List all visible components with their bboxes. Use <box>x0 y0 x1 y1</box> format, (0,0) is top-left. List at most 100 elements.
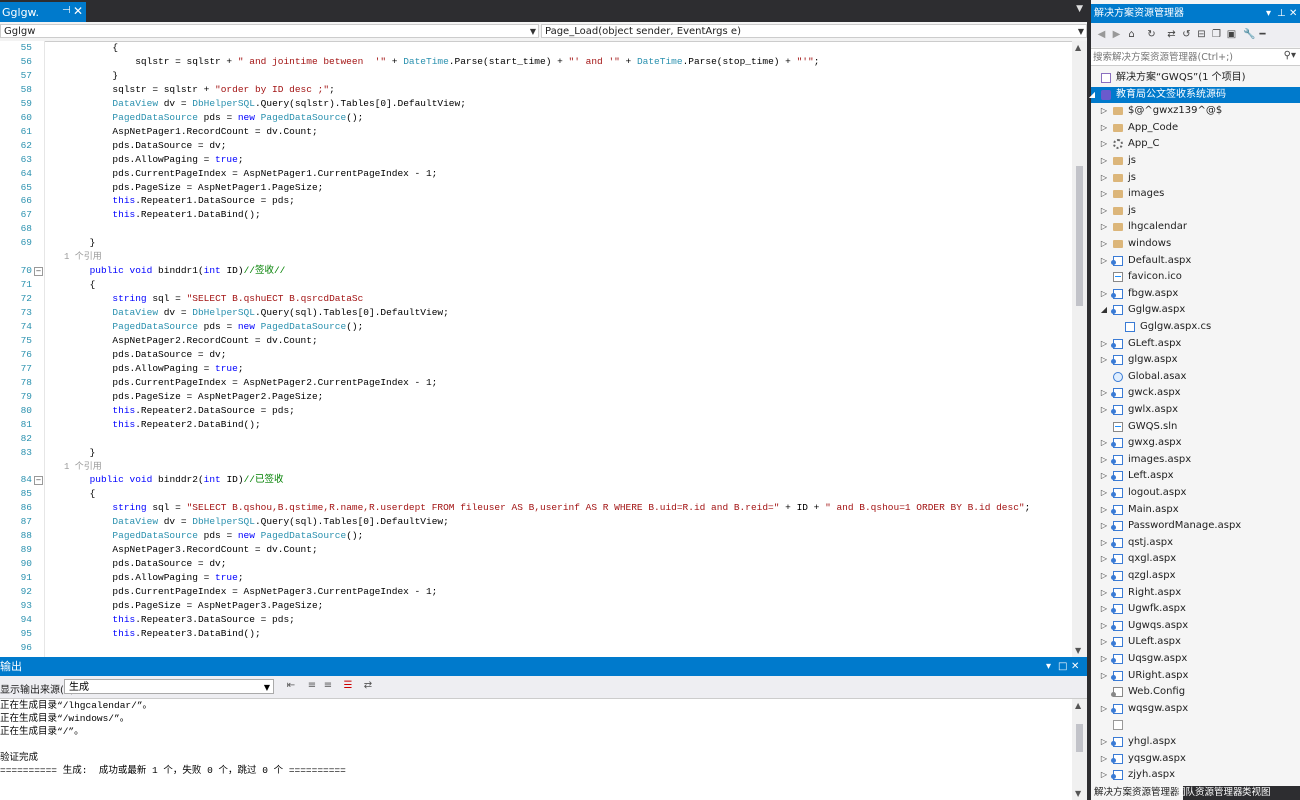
tree-item[interactable]: ▷ windows <box>1091 236 1300 252</box>
tree-item[interactable]: ▷ gwck.aspx <box>1091 385 1300 401</box>
expand-icon[interactable]: ▷ <box>1099 734 1109 750</box>
expand-icon[interactable]: ▷ <box>1099 568 1109 584</box>
collapse-icon[interactable]: ◢ <box>1099 302 1109 318</box>
tab-class-view[interactable]: 类视图 <box>1239 786 1274 800</box>
tree-item[interactable]: ▷ Default.aspx <box>1091 253 1300 269</box>
tree-item[interactable]: 解决方案“GWQS”(1 个项目) <box>1091 70 1300 86</box>
collapse-icon[interactable]: ◢ <box>1087 87 1097 103</box>
expand-icon[interactable]: ▷ <box>1099 385 1109 401</box>
expand-icon[interactable]: ▷ <box>1099 120 1109 136</box>
tree-item[interactable]: ▷ PasswordManage.aspx <box>1091 518 1300 534</box>
forward-icon[interactable]: ▶ <box>1111 29 1122 40</box>
tree-item[interactable]: ▷ $@^gwxz139^@$ <box>1091 103 1300 119</box>
expand-icon[interactable]: ▷ <box>1099 634 1109 650</box>
expand-icon[interactable]: ▷ <box>1099 601 1109 617</box>
tree-item[interactable]: ▷ images.aspx <box>1091 452 1300 468</box>
tree-item[interactable] <box>1091 717 1300 733</box>
expand-icon[interactable]: ▷ <box>1099 203 1109 219</box>
tree-item[interactable]: ▷ wqsgw.aspx <box>1091 701 1300 717</box>
tree-item[interactable]: ▷ Ugwfk.aspx <box>1091 601 1300 617</box>
pin-tab-icon[interactable]: ━ <box>1257 29 1268 40</box>
tab-solution-explorer[interactable]: 解决方案资源管理器 <box>1091 786 1183 800</box>
tree-item[interactable]: ▷ lhgcalendar <box>1091 219 1300 235</box>
collapse-icon[interactable]: − <box>34 476 43 486</box>
collapse-icon[interactable]: − <box>34 267 43 277</box>
tree-item[interactable]: ▷ Main.aspx <box>1091 502 1300 518</box>
code-text-area[interactable]: { sqlstr = sqlstr + " and jointime betwe… <box>44 41 1072 657</box>
close-icon[interactable]: ✕ <box>1289 4 1297 23</box>
maximize-icon[interactable]: □ <box>1058 657 1067 676</box>
scroll-down-icon[interactable]: ▼ <box>1075 646 1081 655</box>
collapse-all-icon[interactable]: ⊟ <box>1196 29 1207 40</box>
expand-icon[interactable]: ▷ <box>1099 103 1109 119</box>
editor-vertical-scrollbar[interactable]: ▲ ▼ <box>1072 41 1087 657</box>
tree-item[interactable]: GWQS.sln <box>1091 419 1300 435</box>
previous-message-icon[interactable]: ≡ <box>306 680 318 692</box>
close-tab-icon[interactable]: ✕ <box>73 4 83 18</box>
output-source-select[interactable]: 生成 ▼ <box>64 679 274 694</box>
expand-icon[interactable]: ▷ <box>1099 701 1109 717</box>
tree-item[interactable]: ▷ yhgl.aspx <box>1091 734 1300 750</box>
search-icon[interactable]: ⚲▾ <box>1284 50 1296 61</box>
tree-item[interactable]: ▷ Left.aspx <box>1091 468 1300 484</box>
tree-item[interactable]: ▷ gwlx.aspx <box>1091 402 1300 418</box>
close-icon[interactable]: ✕ <box>1071 657 1079 676</box>
tree-item[interactable]: ▷ logout.aspx <box>1091 485 1300 501</box>
expand-icon[interactable]: ▷ <box>1099 518 1109 534</box>
tree-item[interactable]: ▷ images <box>1091 186 1300 202</box>
clear-all-icon[interactable]: ☰ <box>342 680 354 692</box>
solution-tree[interactable]: 解决方案“GWQS”(1 个项目) ◢ 教育局公文签收系统源码 ▷ $@^gwxz139… <box>1089 70 1300 786</box>
scroll-up-icon[interactable]: ▲ <box>1075 701 1081 710</box>
properties-icon[interactable]: 🔧 <box>1243 29 1255 40</box>
refresh-icon[interactable]: ↺ <box>1181 29 1192 40</box>
expand-icon[interactable]: ▷ <box>1099 219 1109 235</box>
show-all-files-icon[interactable]: ❐ <box>1211 29 1222 40</box>
tree-item[interactable]: ▷ zjyh.aspx <box>1091 767 1300 783</box>
expand-icon[interactable]: ▷ <box>1099 618 1109 634</box>
tab-dropdown-icon[interactable]: ▼ <box>1076 4 1083 14</box>
expand-icon[interactable]: ▷ <box>1099 485 1109 501</box>
expand-icon[interactable]: ▷ <box>1099 502 1109 518</box>
home-icon[interactable]: ⌂ <box>1126 29 1137 40</box>
expand-icon[interactable]: ▷ <box>1099 535 1109 551</box>
expand-icon[interactable]: ▷ <box>1099 186 1109 202</box>
tree-item[interactable]: ▷ App_Code <box>1091 120 1300 136</box>
expand-icon[interactable]: ▷ <box>1099 153 1109 169</box>
tree-item[interactable]: Gglgw.aspx.cs <box>1091 319 1300 335</box>
tree-item[interactable]: ◢ Gglgw.aspx <box>1091 302 1300 318</box>
pin-icon[interactable]: ⊣ <box>62 5 71 16</box>
tree-item[interactable]: ▷ qzgl.aspx <box>1091 568 1300 584</box>
solution-search-box[interactable]: ⚲▾ <box>1091 48 1300 66</box>
tree-item[interactable]: ◢ 教育局公文签收系统源码 <box>1089 86 1300 103</box>
tree-item[interactable]: ▷ Ugwqs.aspx <box>1091 618 1300 634</box>
tree-item[interactable]: favicon.ico <box>1091 269 1300 285</box>
tree-item[interactable]: ▷ js <box>1091 170 1300 186</box>
tree-item[interactable]: ▷ js <box>1091 153 1300 169</box>
tree-item[interactable]: ▷ ULeft.aspx <box>1091 634 1300 650</box>
tree-item[interactable]: ▷ js <box>1091 203 1300 219</box>
scrollbar-thumb[interactable] <box>1076 166 1083 306</box>
expand-icon[interactable]: ▷ <box>1099 585 1109 601</box>
back-icon[interactable]: ◀ <box>1096 29 1107 40</box>
expand-icon[interactable]: ▷ <box>1099 435 1109 451</box>
expand-icon[interactable]: ▷ <box>1099 170 1109 186</box>
expand-icon[interactable]: ▷ <box>1099 136 1109 152</box>
next-message-icon[interactable]: ≡ <box>322 680 334 692</box>
tree-item[interactable]: ▷ Uqsgw.aspx <box>1091 651 1300 667</box>
pending-changes-icon[interactable]: ↻ <box>1146 29 1157 40</box>
tree-item[interactable]: Global.asax <box>1091 369 1300 385</box>
tree-item[interactable]: ▷ Right.aspx <box>1091 585 1300 601</box>
tree-item[interactable]: ▷ gwxg.aspx <box>1091 435 1300 451</box>
code-lens-reference[interactable]: 1 个引用 <box>64 251 102 263</box>
expand-icon[interactable]: ▷ <box>1099 253 1109 269</box>
tree-item[interactable]: ▷ fbgw.aspx <box>1091 286 1300 302</box>
scroll-up-icon[interactable]: ▲ <box>1075 43 1081 52</box>
tree-item[interactable]: ▷ App_C <box>1091 136 1300 152</box>
expand-icon[interactable]: ▷ <box>1099 668 1109 684</box>
expand-icon[interactable]: ▷ <box>1099 352 1109 368</box>
expand-icon[interactable]: ▷ <box>1099 651 1109 667</box>
dropdown-icon[interactable]: ▾ <box>1046 657 1051 676</box>
expand-icon[interactable]: ▷ <box>1099 236 1109 252</box>
expand-icon[interactable]: ▷ <box>1099 336 1109 352</box>
scroll-down-icon[interactable]: ▼ <box>1075 789 1081 798</box>
